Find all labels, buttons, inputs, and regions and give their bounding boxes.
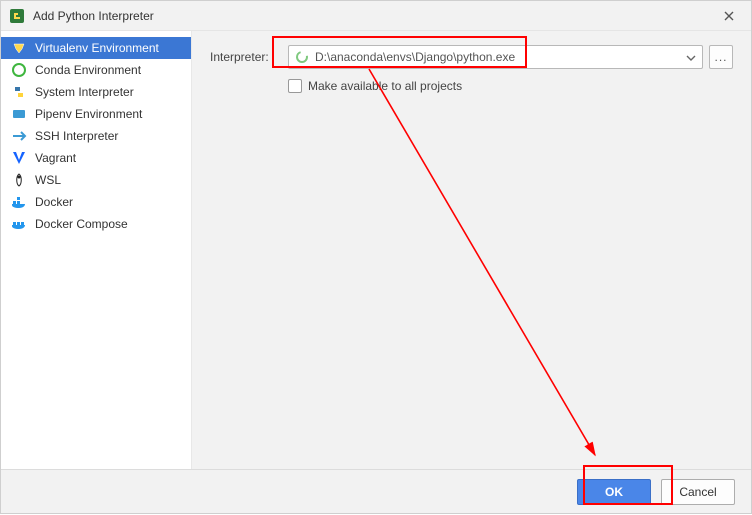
virtualenv-icon	[11, 40, 27, 56]
sidebar-item-ssh[interactable]: SSH Interpreter	[1, 125, 191, 147]
sidebar-item-label: System Interpreter	[35, 85, 134, 99]
chevron-down-icon	[686, 50, 696, 64]
ok-button-label: OK	[605, 485, 623, 499]
sidebar-item-virtualenv[interactable]: Virtualenv Environment	[1, 37, 191, 59]
ok-button[interactable]: OK	[577, 479, 651, 505]
sidebar-item-conda[interactable]: Conda Environment	[1, 59, 191, 81]
vagrant-icon	[11, 150, 27, 166]
ssh-icon	[11, 128, 27, 144]
dialog-body: Virtualenv Environment Conda Environment…	[1, 31, 751, 469]
interpreter-value: D:\anaconda\envs\Django\python.exe	[315, 50, 515, 64]
wsl-icon	[11, 172, 27, 188]
sidebar-item-label: Conda Environment	[35, 63, 141, 77]
sidebar-item-system[interactable]: System Interpreter	[1, 81, 191, 103]
ellipsis-icon: ...	[714, 50, 727, 64]
cancel-button[interactable]: Cancel	[661, 479, 735, 505]
loading-icon	[295, 50, 309, 64]
python-app-icon	[9, 8, 25, 24]
window-title: Add Python Interpreter	[33, 9, 715, 23]
titlebar: Add Python Interpreter	[1, 1, 751, 31]
interpreter-field-wrap: D:\anaconda\envs\Django\python.exe ...	[288, 45, 733, 69]
form-panel: Interpreter: D:\anaconda\envs\Django\pyt…	[192, 31, 751, 469]
interpreter-row: Interpreter: D:\anaconda\envs\Django\pyt…	[210, 45, 733, 69]
sidebar-item-docker[interactable]: Docker	[1, 191, 191, 213]
sidebar-item-vagrant[interactable]: Vagrant	[1, 147, 191, 169]
sidebar-item-label: Pipenv Environment	[35, 107, 142, 121]
sidebar-item-label: Vagrant	[35, 151, 76, 165]
interpreter-type-sidebar: Virtualenv Environment Conda Environment…	[1, 31, 192, 469]
sidebar-item-label: WSL	[35, 173, 61, 187]
sidebar-item-label: Docker	[35, 195, 73, 209]
close-icon	[724, 11, 734, 21]
make-available-row: Make available to all projects	[288, 79, 733, 93]
sidebar-item-wsl[interactable]: WSL	[1, 169, 191, 191]
interpreter-combobox[interactable]: D:\anaconda\envs\Django\python.exe	[288, 45, 703, 69]
conda-icon	[11, 62, 27, 78]
sidebar-item-docker-compose[interactable]: Docker Compose	[1, 213, 191, 235]
interpreter-label: Interpreter:	[210, 50, 278, 64]
sidebar-item-label: Virtualenv Environment	[35, 41, 159, 55]
cancel-button-label: Cancel	[679, 485, 716, 499]
sidebar-item-label: Docker Compose	[35, 217, 128, 231]
make-available-label: Make available to all projects	[308, 79, 462, 93]
make-available-checkbox[interactable]	[288, 79, 302, 93]
dialog-window: Add Python Interpreter Virtualenv Enviro…	[0, 0, 752, 514]
docker-compose-icon	[11, 216, 27, 232]
browse-button[interactable]: ...	[709, 45, 733, 69]
close-button[interactable]	[715, 6, 743, 26]
pipenv-icon	[11, 106, 27, 122]
docker-icon	[11, 194, 27, 210]
sidebar-item-label: SSH Interpreter	[35, 129, 118, 143]
python-icon	[11, 84, 27, 100]
sidebar-item-pipenv[interactable]: Pipenv Environment	[1, 103, 191, 125]
dialog-footer: OK Cancel	[1, 469, 751, 513]
